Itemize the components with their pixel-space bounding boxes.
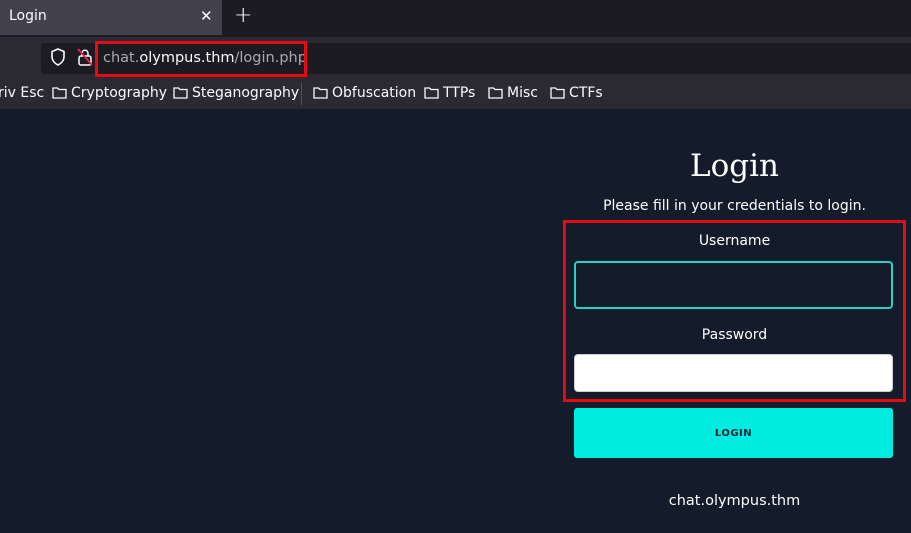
url-highlight-box xyxy=(95,41,307,77)
page-title: Login xyxy=(690,148,779,184)
folder-icon xyxy=(52,87,67,99)
bookmark-label: Misc xyxy=(507,85,538,101)
bookmark-obfuscation[interactable]: Obfuscation xyxy=(313,85,416,101)
bookmarks-toolbar: riv Esc Cryptography Steganography Obfus… xyxy=(0,79,911,109)
folder-icon xyxy=(313,87,328,99)
tab-bar: Login ✕ + xyxy=(0,0,911,37)
bookmark-ttps[interactable]: TTPs xyxy=(424,85,475,101)
bookmark-label: Obfuscation xyxy=(332,85,417,101)
bookmark-label: riv Esc xyxy=(0,85,45,101)
tab-login[interactable]: Login ✕ xyxy=(0,0,222,35)
bookmark-label: TTPs xyxy=(443,85,476,101)
folder-icon xyxy=(173,87,188,99)
bookmark-cryptography[interactable]: Cryptography xyxy=(52,85,167,101)
bookmark-steganography[interactable]: Steganography xyxy=(173,85,299,101)
folder-icon xyxy=(424,87,439,99)
bookmark-misc[interactable]: Misc xyxy=(488,85,538,101)
bookmark-priv-esc[interactable]: riv Esc xyxy=(0,85,44,101)
password-input[interactable] xyxy=(574,354,893,392)
folder-icon xyxy=(550,87,565,99)
footer-text: chat.olympus.thm xyxy=(668,493,801,509)
folder-icon xyxy=(488,87,503,99)
bookmark-ctfs[interactable]: CTFs xyxy=(550,85,603,101)
username-label: Username xyxy=(698,233,771,249)
bookmark-label: Cryptography xyxy=(71,85,168,101)
bookmark-label: Steganography xyxy=(192,85,300,101)
tab-title: Login xyxy=(9,8,47,24)
close-icon[interactable]: ✕ xyxy=(200,7,213,25)
password-label: Password xyxy=(701,327,768,343)
insecure-lock-icon[interactable] xyxy=(77,48,93,66)
page-subtitle: Please fill in your credentials to login… xyxy=(603,198,866,214)
username-input[interactable] xyxy=(574,261,893,309)
bookmark-label: CTFs xyxy=(569,85,603,101)
bookmark-separator xyxy=(301,83,302,105)
shield-icon[interactable] xyxy=(50,48,66,66)
new-tab-button[interactable]: + xyxy=(234,3,252,28)
login-button[interactable]: LOGIN xyxy=(574,408,893,458)
